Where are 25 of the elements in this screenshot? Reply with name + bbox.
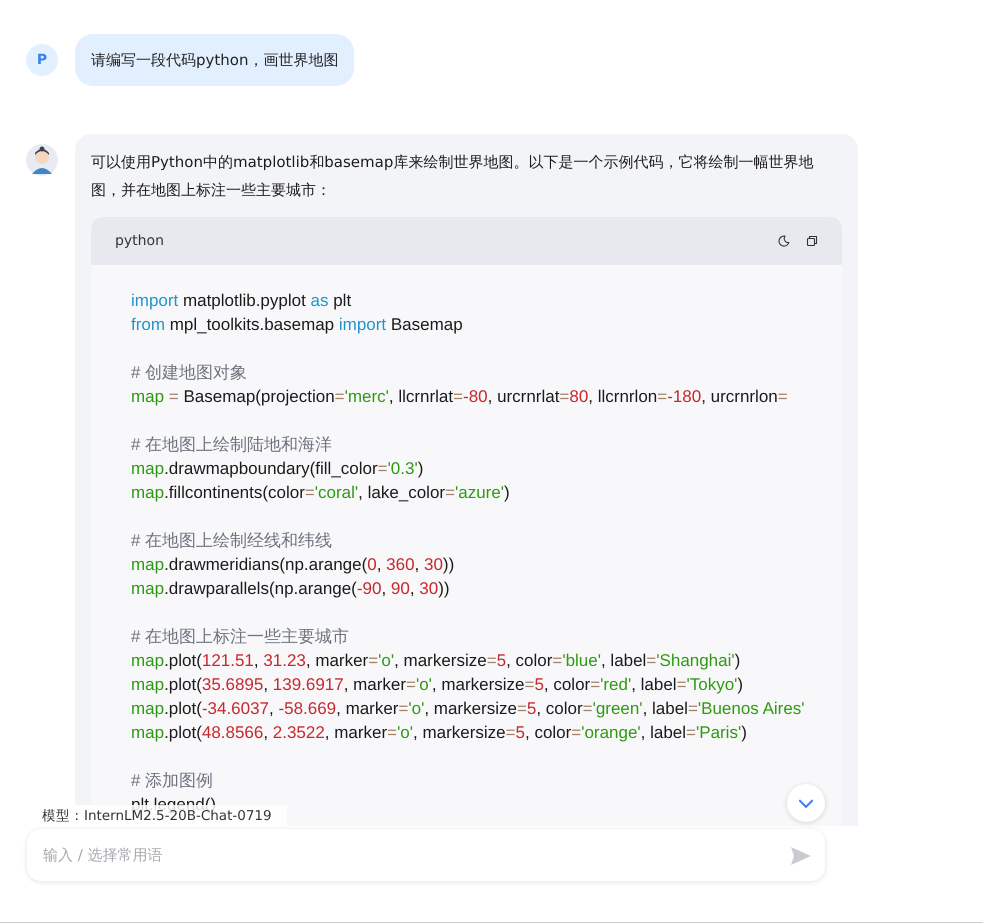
code-line: map.fillcontinents(color='coral', lake_color='azure') bbox=[131, 482, 510, 504]
code-line: map.plot(48.8566, 2.3522, marker='o', markersize=5, color='orange', label='Paris') bbox=[131, 722, 747, 744]
code-line: map = Basemap(projection='merc', llcrnrlat=-80, urcrnrlat=80, llcrnrlon=-180, urcrnrlon= bbox=[131, 386, 788, 408]
code-line: map.plot(-34.6037, -58.669, marker='o', markersize=5, color='green', label='Buenos Aires' bbox=[131, 698, 805, 720]
code-line: map.drawparallels(np.arange(-90, 90, 30)) bbox=[131, 578, 450, 600]
user-message: 请编写一段代码python，画世界地图 bbox=[75, 34, 354, 86]
code-line: import matplotlib.pyplot as plt bbox=[131, 290, 352, 312]
code-line: map.plot(121.51, 31.23, marker='o', markersize=5, color='blue', label='Shanghai') bbox=[131, 650, 740, 672]
code-line: map.drawmapboundary(fill_color='0.3') bbox=[131, 458, 424, 480]
moon-icon[interactable] bbox=[778, 235, 790, 247]
chevron-down-icon bbox=[799, 798, 813, 808]
code-line: from mpl_toolkits.basemap import Basemap bbox=[131, 314, 463, 336]
user-avatar: P bbox=[26, 44, 58, 76]
code-line: # 创建地图对象 bbox=[131, 362, 248, 384]
code-line: # 在地图上标注一些主要城市 bbox=[131, 626, 350, 648]
code-language: python bbox=[115, 233, 164, 249]
avatar-icon bbox=[26, 144, 58, 176]
message-input[interactable]: 输入 / 选择常用语 bbox=[27, 829, 825, 881]
code-line: # 在地图上绘制陆地和海洋 bbox=[131, 434, 332, 456]
code-line: # 添加图例 bbox=[131, 770, 214, 792]
code-line: # 在地图上绘制经线和纬线 bbox=[131, 530, 332, 552]
copy-icon[interactable] bbox=[806, 235, 818, 247]
code-line: map.drawmeridians(np.arange(0, 360, 30)) bbox=[131, 554, 454, 576]
assistant-message: 可以使用Python中的matplotlib和basemap库来绘制世界地图。以下是一个示例代码，它将绘制一幅世界地图，并在地图上标注一些主要城市： bbox=[91, 152, 814, 201]
code-line: map.plot(35.6895, 139.6917, marker='o', markersize=5, color='red', label='Tokyo') bbox=[131, 674, 744, 696]
